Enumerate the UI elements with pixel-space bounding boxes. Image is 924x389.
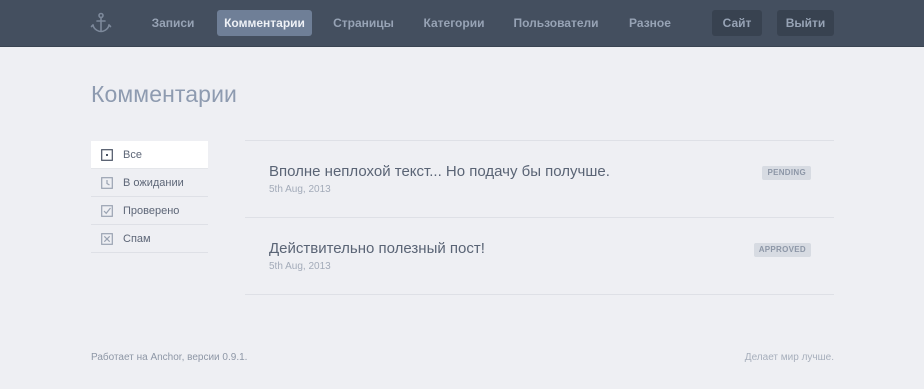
page-title: Комментарии (91, 81, 237, 107)
filter-approved[interactable]: Проверено (91, 197, 208, 225)
anchor-icon[interactable] (90, 12, 112, 34)
filter-all[interactable]: Все (91, 141, 208, 169)
list-item[interactable]: Действительно полезный пост! 5th Aug, 20… (245, 218, 834, 295)
filter-pending[interactable]: В ожидании (91, 169, 208, 197)
nav-item-users[interactable]: Пользователи (506, 10, 606, 36)
comment-date: 5th Aug, 2013 (269, 261, 331, 272)
filter-label: Все (123, 149, 142, 161)
nav-item-comments[interactable]: Комментарии (217, 10, 312, 36)
nav-item-categories[interactable]: Категории (415, 10, 493, 36)
check-icon (101, 205, 113, 217)
status-badge: PENDING (762, 166, 811, 180)
dot-square-icon (101, 149, 113, 161)
top-navigation-bar: Записи Комментарии Страницы Категории По… (0, 0, 924, 47)
nav-item-pages[interactable]: Страницы (325, 10, 402, 36)
filter-label: Спам (123, 233, 151, 245)
filter-spam[interactable]: Спам (91, 225, 208, 253)
status-badge: APPROVED (753, 243, 811, 257)
comment-filters: Все В ожидании Проверено Спам (91, 141, 208, 253)
comment-text: Действительно полезный пост! (269, 240, 485, 257)
clock-icon (101, 177, 113, 189)
nav-item-misc[interactable]: Разное (619, 10, 681, 36)
footer-tagline: Делает мир лучше. (744, 352, 834, 363)
cross-icon (101, 233, 113, 245)
nav-item-posts[interactable]: Записи (142, 10, 204, 36)
filter-label: В ожидании (123, 177, 184, 189)
footer-credits: Работает на Anchor, версии 0.9.1. (91, 352, 248, 363)
comment-text: Вполне неплохой текст... Но подачу бы по… (269, 163, 610, 180)
comments-list: Вполне неплохой текст... Но подачу бы по… (245, 140, 834, 295)
filter-label: Проверено (123, 205, 180, 217)
site-button[interactable]: Сайт (712, 10, 762, 36)
comment-date: 5th Aug, 2013 (269, 184, 331, 195)
logout-button[interactable]: Выйти (777, 10, 834, 36)
list-item[interactable]: Вполне неплохой текст... Но подачу бы по… (245, 141, 834, 218)
